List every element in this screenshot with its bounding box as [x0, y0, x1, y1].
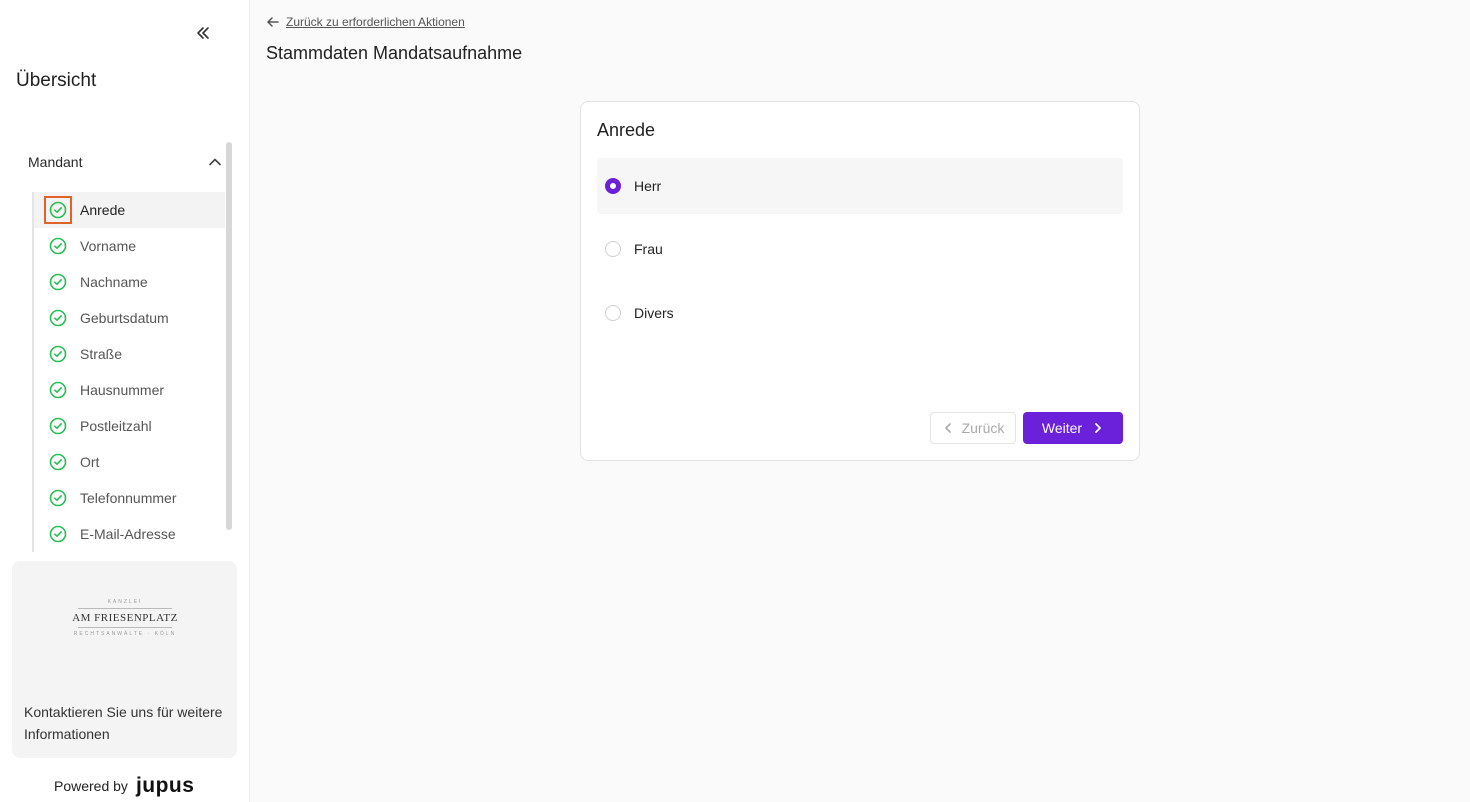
- check-circle-icon: [46, 522, 70, 546]
- logo-top-text: KANZLEI: [107, 599, 143, 605]
- chevron-left-icon: [944, 423, 951, 433]
- sidebar-item-label: Postleitzahl: [80, 418, 152, 434]
- check-circle-icon: [46, 414, 70, 438]
- sidebar-item-label: Telefonnummer: [80, 490, 177, 506]
- check-circle-icon: [46, 342, 70, 366]
- sidebar-item-strasse[interactable]: Straße: [34, 336, 225, 372]
- sidebar: Übersicht Mandant Anrede Vorname Nachnam…: [0, 0, 250, 802]
- option-divers[interactable]: Divers: [597, 285, 1123, 341]
- sidebar-item-vorname[interactable]: Vorname: [34, 228, 225, 264]
- sidebar-item-email[interactable]: E-Mail-Adresse: [34, 516, 225, 552]
- next-button[interactable]: Weiter: [1023, 412, 1123, 444]
- option-label: Frau: [634, 241, 663, 257]
- sidebar-item-label: Straße: [80, 346, 123, 362]
- back-to-actions-link[interactable]: Zurück zu erforderlichen Aktionen: [266, 15, 465, 29]
- logo-bottom-text: RECHTSANWÄLTE · KÖLN: [73, 631, 177, 637]
- sidebar-item-postleitzahl[interactable]: Postleitzahl: [34, 408, 225, 444]
- double-chevron-left-icon: [197, 27, 209, 39]
- sidebar-item-label: Ort: [80, 454, 100, 470]
- section-toggle-mandant[interactable]: Mandant: [16, 146, 226, 178]
- sidebar-item-label: E-Mail-Adresse: [80, 526, 176, 542]
- back-button-label: Zurück: [961, 420, 1005, 436]
- sidebar-item-hausnummer[interactable]: Hausnummer: [34, 372, 225, 408]
- logo-name: AM FRIESENPLATZ: [72, 612, 178, 624]
- check-circle-icon: [46, 450, 70, 474]
- powered-by-label: Powered by: [54, 778, 128, 794]
- sidebar-scrollbar[interactable]: [226, 142, 232, 530]
- sidebar-item-geburtsdatum[interactable]: Geburtsdatum: [34, 300, 225, 336]
- radio-divers[interactable]: [605, 305, 621, 321]
- section-label: Mandant: [28, 154, 83, 170]
- back-button[interactable]: Zurück: [930, 412, 1016, 444]
- sidebar-item-telefonnummer[interactable]: Telefonnummer: [34, 480, 225, 516]
- radio-herr[interactable]: [605, 178, 621, 194]
- sidebar-item-label: Geburtsdatum: [80, 310, 169, 326]
- check-circle-icon: [46, 486, 70, 510]
- page-title: Stammdaten Mandatsaufnahme: [266, 43, 523, 63]
- next-button-label: Weiter: [1041, 420, 1083, 436]
- arrow-left-icon: [267, 17, 279, 27]
- chevron-up-icon: [209, 158, 221, 166]
- overview-title: Übersicht: [16, 70, 97, 91]
- check-circle-icon: [44, 196, 72, 224]
- check-circle-icon: [46, 270, 70, 294]
- sidebar-item-ort[interactable]: Ort: [34, 444, 225, 480]
- sidebar-item-label: Anrede: [80, 202, 126, 218]
- option-frau[interactable]: Frau: [597, 221, 1123, 277]
- question-card: Anrede Herr Frau Divers Zurück Weiter: [580, 101, 1140, 461]
- sidebar-item-nachname[interactable]: Nachname: [34, 264, 225, 300]
- option-herr[interactable]: Herr: [597, 158, 1123, 214]
- option-label: Herr: [634, 178, 662, 194]
- contact-text: Kontaktieren Sie uns für weitere Informa…: [24, 704, 223, 742]
- radio-frau[interactable]: [605, 241, 621, 257]
- contact-card: KANZLEI AM FRIESENPLATZ RECHTSANWÄLTE · …: [12, 561, 237, 758]
- question-title: Anrede: [597, 120, 656, 140]
- sidebar-item-anrede[interactable]: Anrede: [34, 192, 225, 228]
- sidebar-item-label: Hausnummer: [80, 382, 165, 398]
- step-list: Anrede Vorname Nachname Geburtsdatum Str…: [32, 192, 225, 552]
- brand-logo[interactable]: jupus: [136, 774, 195, 798]
- check-circle-icon: [46, 234, 70, 258]
- powered-by: Powered by jupus: [54, 774, 194, 798]
- check-circle-icon: [46, 378, 70, 402]
- sidebar-item-label: Vorname: [80, 238, 137, 254]
- back-link-text: Zurück zu erforderlichen Aktionen: [286, 15, 465, 29]
- check-circle-icon: [46, 306, 70, 330]
- firm-logo: KANZLEI AM FRIESENPLATZ RECHTSANWÄLTE · …: [72, 599, 178, 651]
- option-label: Divers: [634, 305, 674, 321]
- sidebar-item-label: Nachname: [80, 274, 148, 290]
- chevron-right-icon: [1095, 423, 1101, 433]
- collapse-sidebar-button[interactable]: [192, 22, 214, 44]
